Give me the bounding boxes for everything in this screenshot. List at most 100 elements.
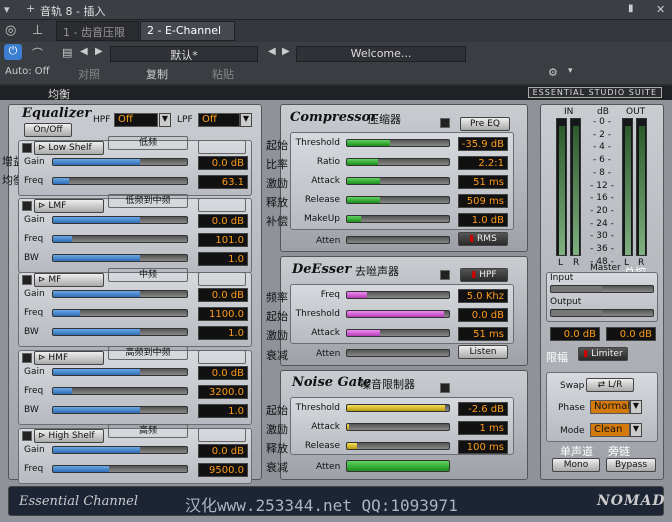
eq-param-value[interactable]: 1100.0	[198, 307, 248, 321]
eq-param-slider[interactable]	[52, 254, 188, 262]
eq-param-value[interactable]: 63.1	[198, 175, 248, 189]
param-value[interactable]: 2.2:1	[458, 156, 508, 170]
preset-icon[interactable]: ▤	[62, 46, 72, 59]
welcome-prev-icon[interactable]: ◀	[268, 46, 276, 57]
welcome-dropdown[interactable]: Welcome...	[296, 46, 466, 62]
eq-param-slider[interactable]	[52, 465, 188, 473]
chevron-down-icon[interactable]: ▼	[240, 113, 252, 127]
eq-param-value[interactable]: 101.0	[198, 233, 248, 247]
eq-param-value[interactable]: 1.0	[198, 404, 248, 418]
eq-param-slider[interactable]	[52, 216, 188, 224]
chevron-down-icon[interactable]: ▼	[630, 400, 642, 414]
output-slider[interactable]	[550, 309, 654, 317]
automation-icon[interactable]: ⌒	[32, 45, 43, 61]
tab-echannel[interactable]: 2 - E-Channel	[140, 21, 235, 41]
eq-param-slider[interactable]	[52, 177, 188, 185]
welcome-next-icon[interactable]: ▶	[282, 46, 290, 57]
param-value[interactable]: 1 ms	[458, 421, 508, 435]
eq-param-slider[interactable]	[52, 290, 188, 298]
preset-dropdown[interactable]: 默认*	[110, 46, 258, 62]
hpf-select[interactable]: Off	[114, 113, 158, 127]
lpf-select[interactable]: Off	[198, 113, 240, 127]
param-slider[interactable]	[346, 329, 450, 337]
param-slider[interactable]	[346, 404, 450, 412]
eq-param-value[interactable]: 9500.0	[198, 463, 248, 477]
close-icon[interactable]: ✕	[656, 3, 665, 16]
limiter-button[interactable]: ▮ Limiter	[578, 347, 628, 361]
chevron-down-icon[interactable]: ▼	[159, 113, 171, 127]
pre-eq-button[interactable]: Pre EQ	[460, 117, 510, 131]
eq-band-type-button[interactable]: ⊳ HMF	[34, 351, 104, 365]
auto-status[interactable]: Auto: Off	[5, 66, 50, 77]
param-slider[interactable]	[346, 291, 450, 299]
mono-button[interactable]: Mono	[552, 458, 600, 472]
swap-button[interactable]: ⇄ L/R	[586, 378, 634, 392]
eq-param-slider[interactable]	[52, 387, 188, 395]
param-value[interactable]: -2.6 dB	[458, 402, 508, 416]
compressor-checkbox[interactable]	[440, 118, 450, 128]
chevron-down-icon[interactable]: ▾	[568, 66, 573, 76]
pin-icon[interactable]: ▮	[628, 3, 634, 14]
eq-band-type-button[interactable]: ⊳ Low Shelf	[34, 141, 104, 155]
listen-button[interactable]: Listen	[458, 345, 508, 359]
param-value[interactable]: 509 ms	[458, 194, 508, 208]
eq-param-value[interactable]: 1.0	[198, 252, 248, 266]
gate-checkbox[interactable]	[440, 383, 450, 393]
param-value[interactable]: 51 ms	[458, 327, 508, 341]
eq-param-value[interactable]: 0.0 dB	[198, 366, 248, 380]
add-icon[interactable]: +	[26, 2, 35, 15]
compare-button[interactable]: 对照	[78, 66, 100, 82]
param-value[interactable]: 100 ms	[458, 440, 508, 454]
eq-param-slider[interactable]	[52, 368, 188, 376]
eq-param-slider[interactable]	[52, 158, 188, 166]
eq-param-slider[interactable]	[52, 328, 188, 336]
eq-param-slider[interactable]	[52, 309, 188, 317]
param-slider[interactable]	[346, 177, 450, 185]
eq-band-checkbox[interactable]	[22, 353, 32, 363]
bypass-button[interactable]: Bypass	[606, 458, 656, 472]
eq-on-off-button[interactable]: On/Off	[24, 123, 72, 137]
param-value[interactable]: 51 ms	[458, 175, 508, 189]
rms-button[interactable]: ▮ RMS	[458, 232, 508, 246]
param-slider[interactable]	[346, 139, 450, 147]
eq-band-type-button[interactable]: ⊳ MF	[34, 273, 104, 287]
paste-button[interactable]: 粘贴	[212, 66, 234, 82]
prev-arrow-icon[interactable]: ◀	[80, 46, 88, 57]
param-slider[interactable]	[346, 158, 450, 166]
param-value[interactable]: 5.0 Khz	[458, 289, 508, 303]
tab-deesser[interactable]: 1 - 齿音压限器	[56, 21, 139, 55]
eq-param-value[interactable]: 0.0 dB	[198, 214, 248, 228]
eq-band-checkbox[interactable]	[22, 431, 32, 441]
eq-param-slider[interactable]	[52, 406, 188, 414]
input-value[interactable]: 0.0 dB	[550, 327, 600, 341]
chevron-down-icon[interactable]: ▾	[4, 3, 10, 16]
gear-icon[interactable]: ⚙	[548, 66, 558, 79]
eq-band-checkbox[interactable]	[22, 275, 32, 285]
eq-param-value[interactable]: 3200.0	[198, 385, 248, 399]
param-value[interactable]: 1.0 dB	[458, 213, 508, 227]
deesser-checkbox[interactable]	[440, 270, 450, 280]
power-icon[interactable]: ⏻	[4, 44, 22, 60]
eq-band-type-button[interactable]: ⊳ LMF	[34, 199, 104, 213]
param-value[interactable]: -35.9 dB	[458, 137, 508, 151]
mode-select[interactable]: Clean	[590, 423, 630, 437]
input-slider[interactable]	[550, 285, 654, 293]
eq-band-checkbox[interactable]	[22, 201, 32, 211]
eq-param-value[interactable]: 0.0 dB	[198, 156, 248, 170]
param-slider[interactable]	[346, 196, 450, 204]
param-slider[interactable]	[346, 215, 450, 223]
hpf-button[interactable]: ▮ HPF	[460, 268, 508, 282]
param-slider[interactable]	[346, 442, 450, 450]
eq-param-value[interactable]: 0.0 dB	[198, 444, 248, 458]
phase-select[interactable]: Normal	[590, 400, 630, 414]
routing-icon[interactable]: ⊥	[32, 23, 43, 38]
eq-param-value[interactable]: 1.0	[198, 326, 248, 340]
eq-band-type-button[interactable]: ⊳ High Shelf	[34, 429, 104, 443]
eq-param-slider[interactable]	[52, 446, 188, 454]
param-value[interactable]: 0.0 dB	[458, 308, 508, 322]
param-slider[interactable]	[346, 423, 450, 431]
settings-icon[interactable]: ◎	[5, 23, 16, 38]
next-arrow-icon[interactable]: ▶	[95, 46, 103, 57]
eq-param-slider[interactable]	[52, 235, 188, 243]
eq-band-checkbox[interactable]	[22, 143, 32, 153]
